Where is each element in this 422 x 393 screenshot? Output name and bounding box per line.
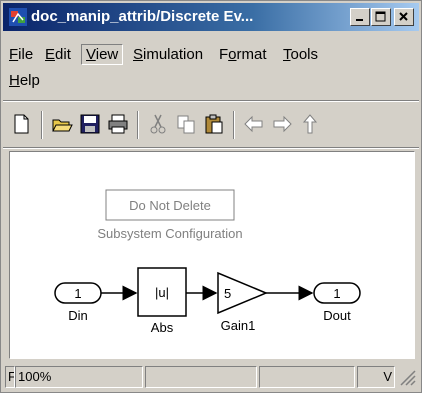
do-not-delete-text: Do Not Delete — [129, 198, 211, 213]
menu-bar: File Edit View Simulation Format Tools H… — [3, 44, 419, 97]
menu-format-label: Format — [219, 46, 267, 63]
din-label: Din — [68, 308, 88, 323]
menu-format[interactable]: Format — [215, 45, 271, 64]
toolbar-separator — [137, 111, 139, 139]
din-port-number: 1 — [74, 286, 81, 301]
dout-port-number: 1 — [333, 286, 340, 301]
menu-toolbar-divider — [3, 100, 419, 102]
close-button[interactable] — [394, 8, 414, 26]
toolbar-separator — [233, 111, 235, 139]
status-bar: F 100% V — [3, 365, 419, 389]
menu-help[interactable]: Help — [5, 71, 44, 90]
status-left-cell: F — [5, 366, 15, 388]
menu-file-label: File — [9, 46, 34, 63]
menu-file[interactable]: File — [5, 45, 37, 64]
save-icon[interactable] — [77, 111, 103, 137]
status-zoom-cell: 100% — [15, 366, 143, 388]
toolbar — [3, 105, 419, 145]
open-folder-icon[interactable] — [49, 111, 75, 137]
zoom-level: 100% — [18, 369, 52, 384]
model-window: doc_manip_attrib/Discrete Ev... File Edi… — [0, 0, 422, 393]
title-bar[interactable]: doc_manip_attrib/Discrete Ev... — [3, 3, 419, 31]
menu-help-label: Help — [9, 72, 40, 89]
simulink-app-icon[interactable] — [9, 8, 27, 26]
model-canvas[interactable]: Do Not Delete Subsystem Configuration 1 … — [9, 151, 415, 359]
menu-tools-label: Tools — [283, 46, 319, 63]
status-cell-2 — [145, 366, 257, 388]
menu-edit[interactable]: Edit — [41, 45, 75, 64]
menu-tools[interactable]: Tools — [279, 45, 322, 64]
copy-icon[interactable] — [173, 111, 199, 137]
status-right-cell: V — [357, 366, 395, 388]
menu-simulation[interactable]: Simulation — [129, 45, 207, 64]
menu-view[interactable]: View — [81, 44, 124, 65]
back-arrow-icon[interactable] — [241, 111, 267, 137]
menu-view-label: View — [86, 46, 119, 63]
print-icon[interactable] — [105, 111, 131, 137]
up-level-icon[interactable] — [297, 111, 323, 137]
paste-icon[interactable] — [201, 111, 227, 137]
toolbar-separator — [41, 111, 43, 139]
forward-arrow-icon[interactable] — [269, 111, 295, 137]
window-title: doc_manip_attrib/Discrete Ev... — [31, 8, 254, 25]
cut-icon[interactable] — [145, 111, 171, 137]
gain-label: Gain1 — [221, 318, 256, 333]
gain-value: 5 — [224, 286, 231, 301]
minimize-button[interactable] — [350, 8, 370, 26]
new-document-icon[interactable] — [9, 111, 35, 137]
status-left-text: F — [8, 369, 14, 384]
maximize-button[interactable] — [371, 8, 391, 26]
resize-grip-icon[interactable] — [397, 367, 417, 387]
menu-edit-label: Edit — [45, 46, 71, 63]
subsystem-configuration-text: Subsystem Configuration — [97, 226, 242, 241]
abs-symbol: |u| — [155, 285, 169, 300]
toolbar-canvas-divider — [3, 147, 419, 149]
abs-label: Abs — [151, 320, 174, 335]
status-right-text: V — [383, 369, 392, 384]
dout-label: Dout — [323, 308, 351, 323]
menu-simulation-label: Simulation — [133, 46, 204, 63]
status-cell-3 — [259, 366, 355, 388]
